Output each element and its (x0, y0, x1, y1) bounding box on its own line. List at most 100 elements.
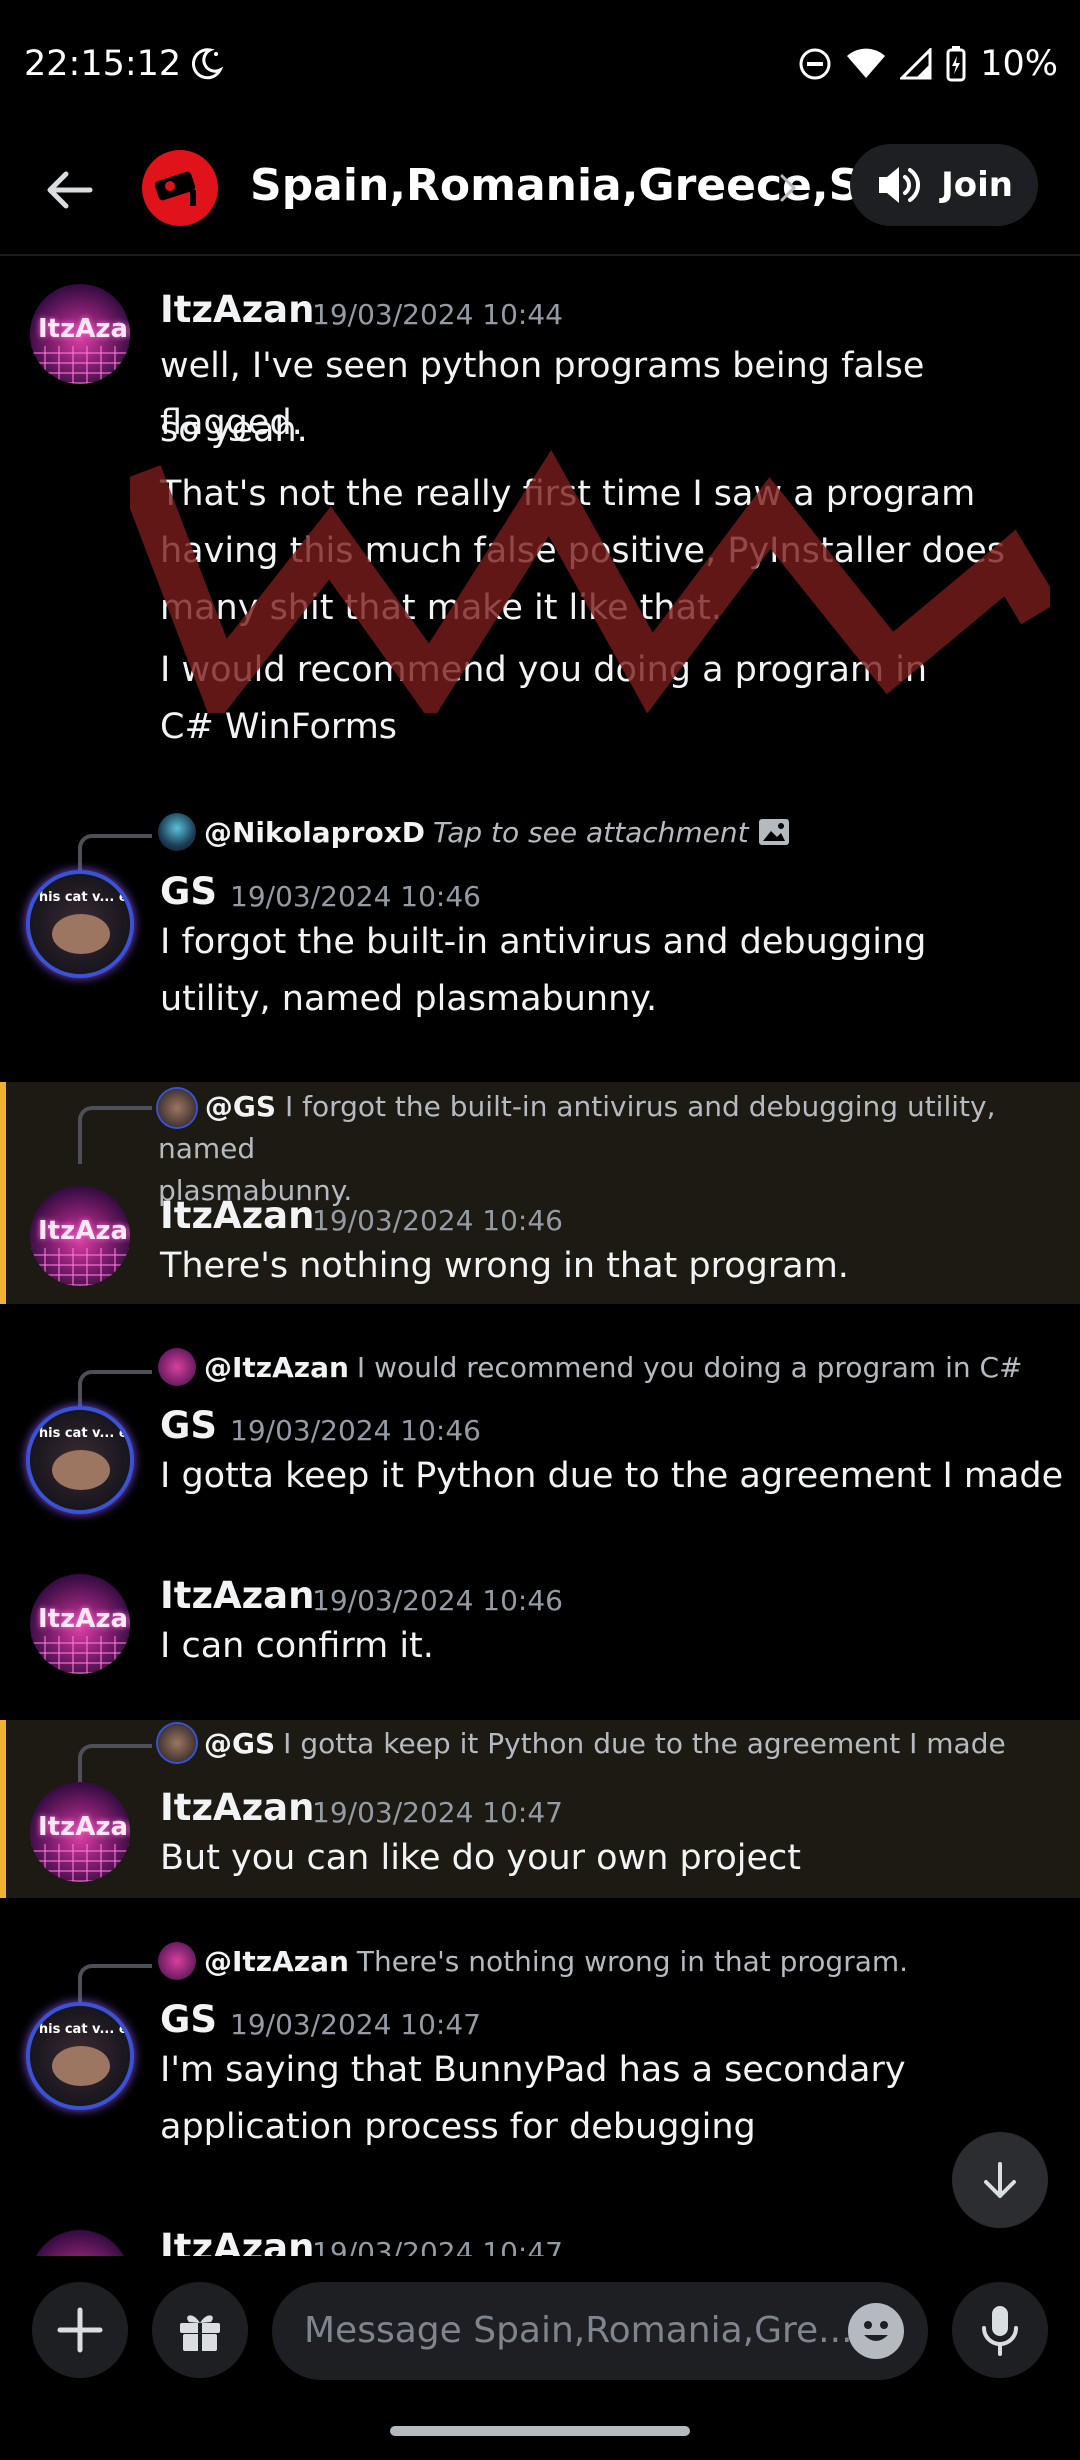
avatar[interactable]: ItzAzan (30, 1782, 130, 1882)
message-group: @ItzAzan I would recommend you doing a p… (0, 1338, 1080, 1548)
timestamp: 19/03/2024 10:46 (312, 1584, 563, 1617)
chevron-right-icon[interactable] (776, 170, 800, 206)
reply-author: @GS (204, 1090, 277, 1123)
home-indicator[interactable] (390, 2426, 690, 2436)
reply-reference[interactable]: @ItzAzan I would recommend you doing a p… (158, 1348, 1023, 1386)
reply-avatar (158, 1348, 196, 1386)
reply-reference[interactable]: @NikolaproxD Tap to see attachment (158, 813, 791, 851)
timestamp: 19/03/2024 10:47 (312, 1796, 563, 1829)
join-voice-button[interactable]: Join (850, 144, 1038, 226)
timestamp: 19/03/2024 10:44 (312, 298, 563, 331)
reply-avatar (158, 1089, 196, 1127)
timestamp: 19/03/2024 10:47 (312, 2236, 563, 2256)
speaker-icon (879, 167, 921, 203)
timestamp: 19/03/2024 10:46 (230, 880, 481, 913)
avatar-text: ItzAzan (38, 1812, 130, 1842)
timestamp: 19/03/2024 10:47 (230, 2008, 481, 2041)
author-name[interactable]: GS (160, 1404, 217, 1447)
camera-icon (154, 171, 196, 206)
back-arrow-icon[interactable] (38, 158, 102, 222)
reply-text: There's nothing wrong in that program. (356, 1944, 909, 1978)
timestamp: 19/03/2024 10:46 (230, 1414, 481, 1447)
message-group: @ItzAzan There's nothing wrong in that p… (0, 1934, 1080, 2147)
reply-text: Tap to see attachment (433, 815, 749, 849)
reply-connector (78, 1964, 152, 2004)
reply-author: @ItzAzan (204, 1350, 349, 1384)
reply-text: I forgot the built-in antivirus and debu… (158, 1090, 996, 1165)
emoji-icon[interactable] (848, 2303, 904, 2359)
avatar-text: This cat v... ey least expect (30, 2022, 130, 2037)
reply-avatar (158, 1942, 196, 1980)
wifi-icon (847, 48, 886, 78)
reply-reference[interactable]: @ItzAzan There's nothing wrong in that p… (158, 1942, 908, 1980)
avatar[interactable]: This cat v... ey least expect (30, 1410, 130, 1510)
avatar-text: ItzAzan (38, 1604, 130, 1634)
avatar[interactable]: ItzAzan (30, 284, 130, 384)
message-text: That's not the really first time I saw a… (160, 474, 1005, 628)
microphone-icon (982, 2306, 1018, 2356)
message-text: I'm saying that BunnyPad has a secondary… (160, 2050, 906, 2147)
reply-text: I would recommend you doing a program in… (356, 1350, 1023, 1384)
author-name[interactable]: ItzAzan (160, 1194, 314, 1237)
status-bar: 22:15:12 10% (0, 0, 1080, 130)
avatar-text: ItzAzan (38, 314, 130, 344)
message-group: ItzAzan 19/03/2024 10:47 (0, 2216, 1080, 2256)
message-group: ItzAzan ItzAzan 19/03/2024 10:46 I can c… (0, 1562, 1080, 1702)
message-text: I would recommend you doing a program in… (160, 650, 928, 747)
reply-author: @NikolaproxD (204, 815, 426, 849)
message-text: There's nothing wrong in that program. (160, 1246, 849, 1286)
message-text: I gotta keep it Python due to the agreem… (160, 1456, 1064, 1496)
avatar-text: This cat v... ey least expect (30, 890, 130, 905)
voice-message-button[interactable] (952, 2282, 1048, 2378)
message-group: ItzAzan ItzAzan 19/03/2024 10:44 well, I… (0, 258, 1080, 778)
message-group-mention: @GS I gotta keep it Python due to the ag… (0, 1720, 1080, 1898)
author-name[interactable]: ItzAzan (160, 288, 314, 331)
avatar[interactable]: This cat v... ey least expect (30, 2006, 130, 2106)
avatar[interactable]: This cat v... ey least expect (30, 874, 130, 974)
author-name[interactable]: ItzAzan (160, 1574, 314, 1617)
author-name[interactable]: GS (160, 870, 217, 913)
reply-connector (78, 1106, 152, 1164)
battery-icon (946, 46, 966, 82)
reply-connector (78, 834, 152, 874)
author-name[interactable]: ItzAzan (160, 1786, 314, 1829)
channel-icon[interactable] (142, 150, 218, 226)
channel-header: Spain,Romania,Greece,S.. Join (0, 130, 1080, 256)
message-list[interactable]: ItzAzan ItzAzan 19/03/2024 10:44 well, I… (0, 258, 1080, 2256)
dnd-icon (799, 48, 831, 80)
avatar[interactable]: ItzAzan (30, 1574, 130, 1674)
reply-text: I gotta keep it Python due to the agreem… (283, 1726, 1006, 1760)
reply-author: @GS (204, 1726, 276, 1760)
message-text: I can confirm it. (160, 1626, 434, 1666)
jump-to-latest-button[interactable] (952, 2132, 1048, 2228)
message-input-placeholder: Message Spain,Romania,Gre... (304, 2310, 853, 2351)
reply-avatar (158, 813, 196, 851)
plus-icon (57, 2307, 103, 2353)
reply-author: @ItzAzan (204, 1944, 349, 1978)
join-label: Join (941, 165, 1013, 205)
message-text: I forgot the built-in antivirus and debu… (160, 922, 927, 1019)
author-name[interactable]: GS (160, 1998, 217, 2041)
message-input[interactable]: Message Spain,Romania,Gre... (272, 2282, 928, 2380)
moon-icon (191, 48, 224, 80)
reply-connector (78, 1744, 152, 1784)
status-time: 22:15:12 (24, 44, 182, 84)
avatar[interactable] (30, 2230, 130, 2256)
image-icon (758, 819, 789, 845)
message-text: But you can like do your own project (160, 1838, 802, 1878)
reply-reference[interactable]: @GS I gotta keep it Python due to the ag… (158, 1724, 1006, 1762)
gift-icon (180, 2315, 220, 2351)
reply-avatar (158, 1724, 196, 1762)
add-attachment-button[interactable] (32, 2282, 128, 2378)
arrow-down-icon (984, 2162, 1016, 2198)
avatar-text: This cat v... ey least expect (30, 1426, 130, 1441)
gift-button[interactable] (152, 2282, 248, 2378)
battery-percent: 10% (980, 44, 1058, 84)
author-name[interactable]: ItzAzan (160, 2226, 314, 2256)
message-text: so yeah. (160, 410, 308, 450)
signal-icon (900, 48, 932, 80)
avatar[interactable]: ItzAzan (30, 1186, 130, 1286)
reply-connector (78, 1370, 152, 1410)
avatar-text: ItzAzan (38, 1216, 130, 1246)
message-group-mention: @GS I forgot the built-in antivirus and … (0, 1082, 1080, 1304)
